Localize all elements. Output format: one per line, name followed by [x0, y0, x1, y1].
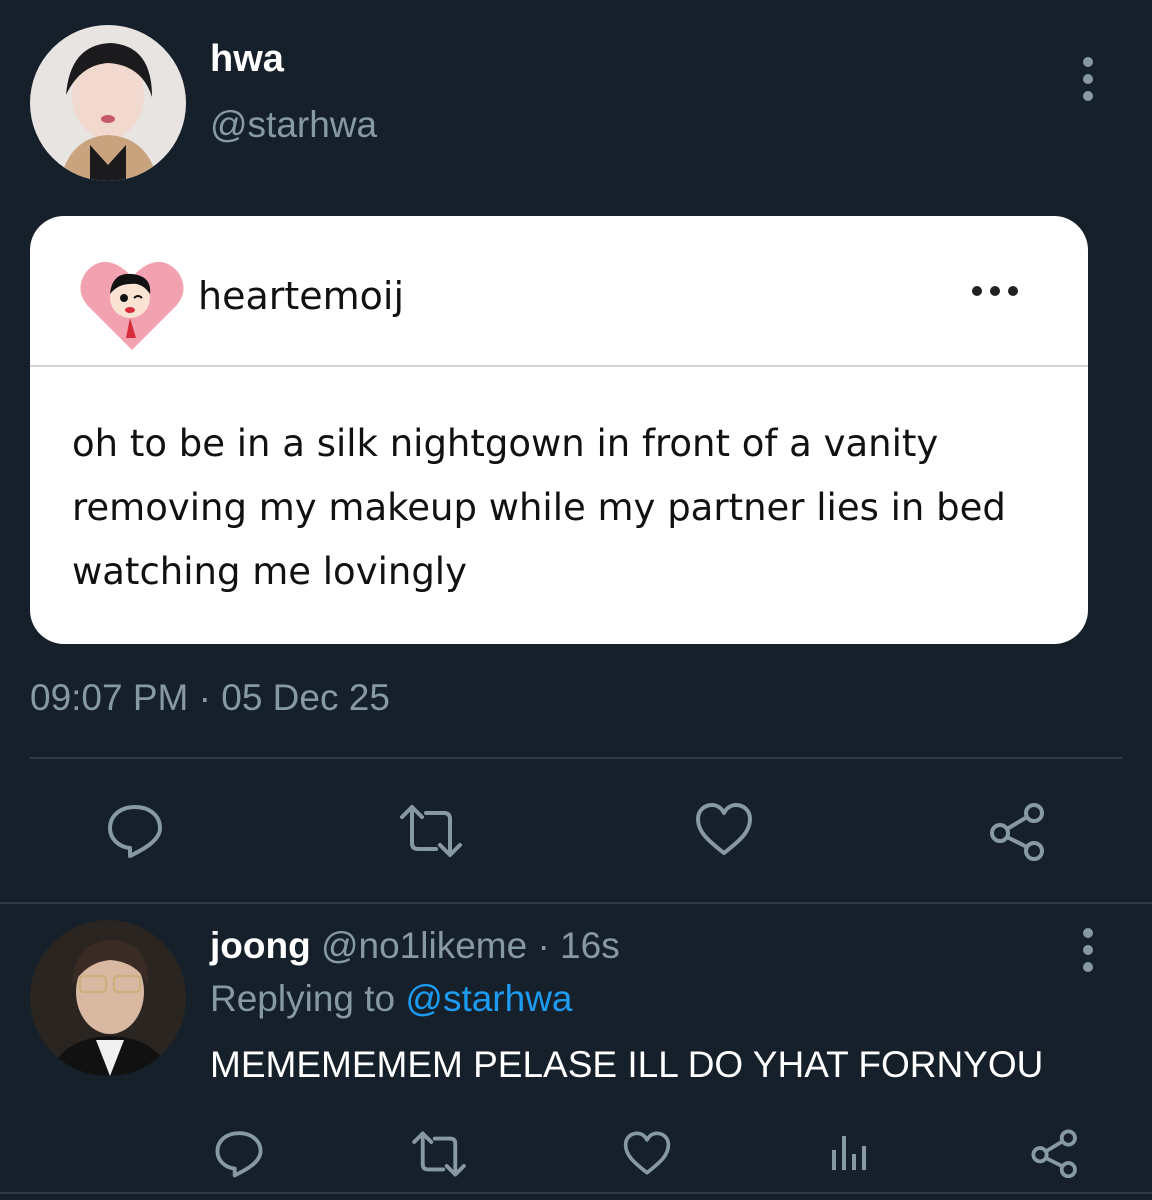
reply-meta: @no1likeme · 16s: [320, 925, 620, 966]
more-vertical-icon[interactable]: [1081, 57, 1095, 101]
divider: [0, 902, 1152, 904]
reply-avatar[interactable]: [30, 920, 186, 1076]
reply-text: MEMEMEMEM PELASE ILL DO YHAT FORNYOU: [210, 1044, 1044, 1085]
more-vertical-icon[interactable]: [1081, 928, 1095, 972]
like-icon[interactable]: [622, 1130, 672, 1176]
replying-to-label: Replying to: [210, 978, 396, 1019]
replying-to: Replying to @starhwa: [210, 978, 573, 1020]
display-name[interactable]: hwa: [210, 38, 284, 81]
reply-icon[interactable]: [214, 1128, 264, 1178]
heart-cartoon-avatar: [72, 246, 192, 366]
embedded-post-card[interactable]: heartemoij oh to be in a silk nightgown …: [30, 216, 1088, 644]
reply-header: joong @no1likeme · 16s: [210, 925, 620, 967]
share-icon[interactable]: [1030, 1128, 1080, 1178]
like-icon[interactable]: [694, 801, 754, 857]
avatar[interactable]: [30, 25, 186, 181]
divider: [30, 757, 1122, 759]
retweet-icon[interactable]: [398, 803, 464, 859]
tweet-actions: [0, 795, 1152, 865]
timestamp[interactable]: 09:07 PM · 05 Dec 25: [30, 677, 390, 719]
embedded-post-text: oh to be in a silk nightgown in front of…: [72, 422, 1006, 593]
reply-icon[interactable]: [106, 801, 164, 859]
reply-actions: [0, 1122, 1152, 1182]
divider: [30, 365, 1088, 367]
analytics-icon[interactable]: [828, 1132, 872, 1172]
more-horizontal-icon: [972, 286, 1018, 296]
user-handle[interactable]: @starhwa: [210, 104, 377, 146]
divider: [0, 1192, 1152, 1194]
share-icon[interactable]: [988, 801, 1048, 861]
reply-display-name[interactable]: joong: [210, 925, 311, 966]
mention-link[interactable]: @starhwa: [405, 978, 572, 1019]
embedded-username: heartemoij: [198, 274, 405, 318]
retweet-icon[interactable]: [410, 1130, 468, 1178]
